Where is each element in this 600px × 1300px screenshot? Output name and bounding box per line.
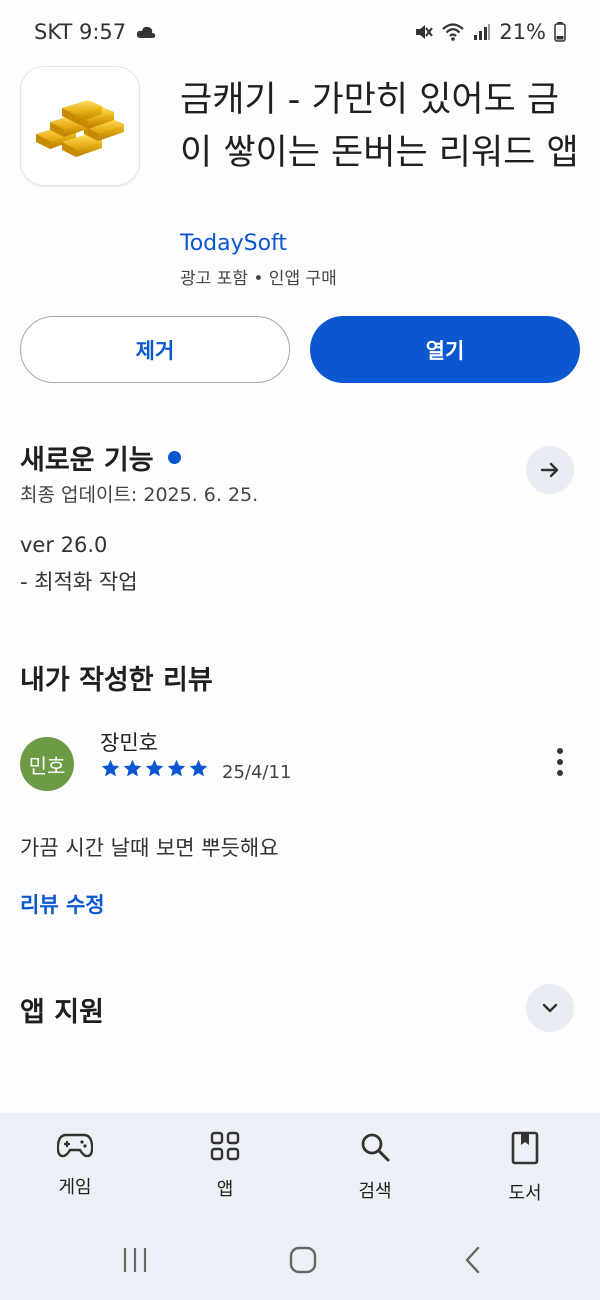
release-note: - 최적화 작업 [20,570,138,594]
status-bar: SKT 9:57 21% [0,0,600,64]
more-dot [557,748,563,754]
status-left: SKT 9:57 [34,20,156,44]
arrow-right-icon [540,462,559,478]
star-icon [123,759,142,777]
gold-bars-icon [20,66,140,186]
star-icon [189,759,208,777]
search-icon [361,1133,390,1162]
recent-apps-icon [123,1248,147,1272]
status-right: 21% [413,20,566,44]
version-text: ver 26.0 [20,533,108,557]
star-rating [100,758,209,779]
whats-new-label: 새로운 기능 [20,445,154,476]
wifi-icon [441,22,465,42]
edit-review-link[interactable]: 리뷰 수정 [20,889,105,919]
whats-new-arrow-button[interactable] [526,446,574,494]
nav-label-books: 도서 [508,1183,542,1204]
new-indicator-dot [167,451,181,464]
my-review-title: 내가 작성한 리뷰 [20,665,213,696]
nav-item-games[interactable]: 게임 [20,1131,130,1199]
star-icon [145,759,164,777]
nav-item-apps[interactable]: 앱 [170,1131,280,1201]
carrier-time: SKT 9:57 [34,20,127,44]
app-support-expand-button[interactable] [526,984,574,1032]
reviewer-name: 장민호 [100,731,158,755]
home-button[interactable] [288,1245,318,1279]
nav-item-search[interactable]: 검색 [320,1131,430,1203]
nav-label-search: 검색 [358,1181,392,1202]
avatar: 민호 [20,737,74,791]
open-button[interactable]: 열기 [310,316,580,383]
chevron-down-icon [542,1003,558,1013]
more-dot [557,759,563,765]
nav-label-apps: 앱 [216,1179,234,1200]
gamepad-icon [57,1133,93,1158]
review-text: 가끔 시간 날때 보면 뿌듯해요 [20,836,279,860]
signal-icon [473,23,491,41]
star-icon [101,759,120,777]
mute-icon [413,22,434,42]
back-button[interactable] [458,1245,488,1279]
more-options-button[interactable] [544,744,576,780]
star-icon [167,759,186,777]
nav-item-books[interactable]: 도서 [470,1131,580,1205]
app-support-title: 앱 지원 [20,997,104,1028]
recent-apps-button[interactable] [120,1245,150,1279]
nav-label-games: 게임 [58,1177,92,1198]
remove-button[interactable]: 제거 [20,316,290,383]
back-icon [465,1246,480,1274]
cloud-icon [136,25,156,39]
more-dot [557,770,563,776]
book-icon [511,1131,539,1165]
home-icon [289,1246,317,1274]
bottom-nav: 게임 앱 검색 도서 [0,1113,600,1300]
last-updated: 최종 업데이트: 2025. 6. 25. [20,484,259,506]
whats-new-title: 새로운 기능 [20,438,181,477]
battery-icon [554,22,566,42]
review-date: 25/4/11 [222,762,292,783]
developer-link[interactable]: TodaySoft [180,231,287,256]
apps-grid-icon [210,1131,240,1161]
app-title: 금캐기 - 가만히 있어도 금이 쌓이는 돈버는 리워드 앱 [180,80,579,173]
app-meta: 광고 포함 • 인앱 구매 [180,269,337,289]
battery-percent: 21% [499,20,546,44]
system-nav-bar [0,1245,600,1285]
